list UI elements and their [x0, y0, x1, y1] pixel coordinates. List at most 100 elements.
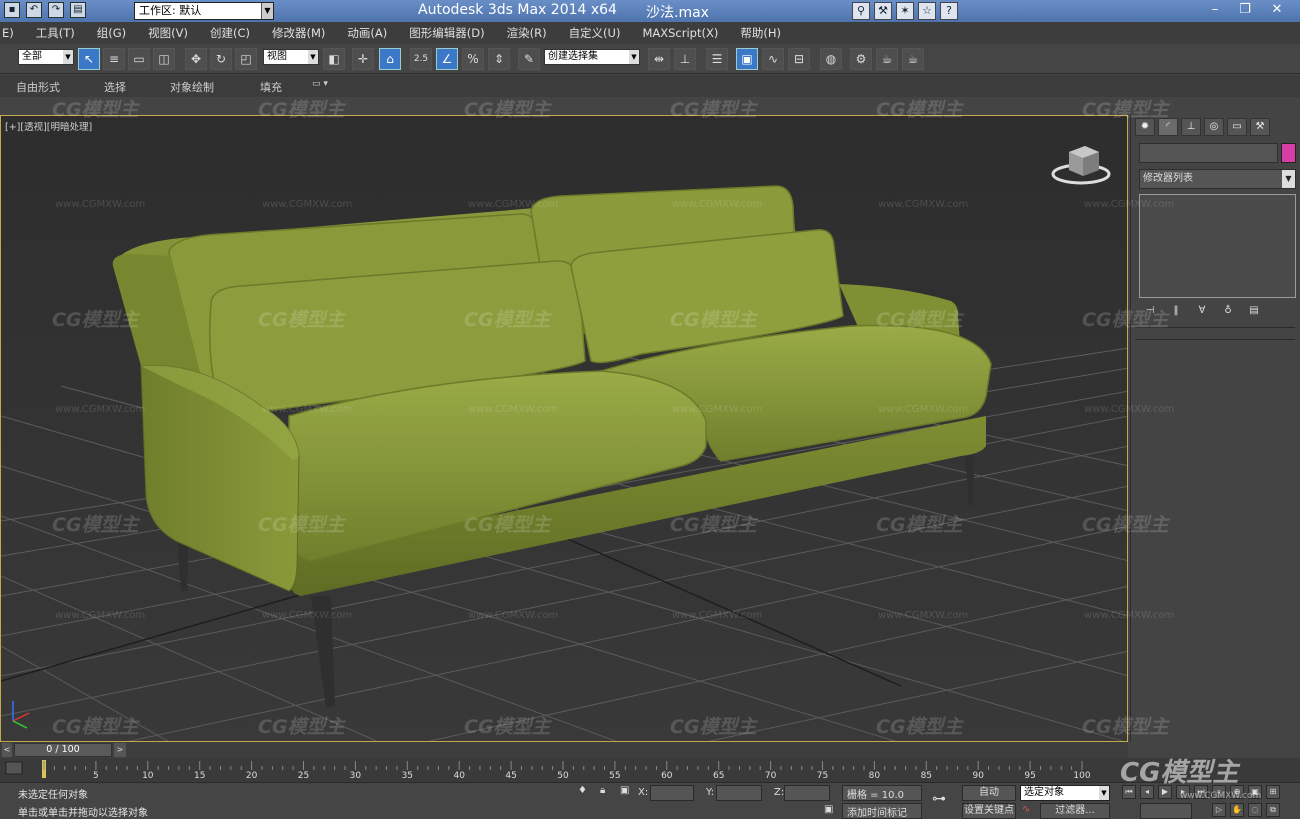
menu-rendering[interactable]: 渲染(R) — [496, 22, 558, 44]
y-coord-field[interactable] — [716, 785, 762, 801]
help-icon[interactable]: ? — [940, 2, 958, 20]
viewport-label[interactable]: [+][透视][明暗处理] — [5, 119, 92, 133]
modifier-list-dropdown[interactable]: 修改器列表 ▼ — [1139, 169, 1296, 189]
percent-snap-icon[interactable]: % — [462, 48, 484, 70]
curve-editor-icon[interactable]: ∿ — [762, 48, 784, 70]
angle-snap-icon[interactable]: ∠ — [436, 48, 458, 70]
star-icon[interactable]: ☆ — [918, 2, 936, 20]
trackbar[interactable]: 5 10 15 20 25 30 35 40 45 50 55 60 65 70 75 80 85 90 95 100 — [0, 758, 1300, 782]
x-coord-field[interactable] — [650, 785, 694, 801]
set-key-icon[interactable]: ⊶ — [932, 791, 946, 807]
menu-maxscript[interactable]: MAXScript(X) — [631, 22, 729, 44]
create-tab-icon[interactable]: ✹ — [1135, 118, 1155, 136]
ribbon-options-icon[interactable]: ▭ ▾ — [312, 79, 328, 89]
selection-filter-dropdown[interactable]: 全部 ▼ — [18, 49, 74, 65]
motion-tab-icon[interactable]: ◎ — [1204, 118, 1224, 136]
viewcube-icon[interactable] — [1051, 146, 1111, 185]
save-icon[interactable]: ▪ — [4, 2, 20, 18]
key-filter-dropdown[interactable]: 选定对象 ▼ — [1020, 785, 1110, 801]
show-end-result-icon[interactable]: ‖ — [1167, 305, 1185, 319]
time-slider[interactable]: < 0 / 100 > — [0, 742, 1128, 758]
minimize-button[interactable]: – — [1200, 0, 1230, 20]
field-of-view-icon[interactable]: ▷ — [1212, 803, 1226, 817]
render-production-icon[interactable]: ☕ — [902, 48, 924, 70]
menu-animation[interactable]: 动画(A) — [336, 22, 398, 44]
snaps-toggle-icon[interactable]: 2.5 — [410, 48, 432, 70]
menu-group[interactable]: 组(G) — [86, 22, 137, 44]
ribbon-tab-populate[interactable]: 填充 — [260, 79, 282, 95]
pan-view-icon[interactable]: ✋ — [1230, 803, 1244, 817]
scale-icon[interactable]: ◰ — [235, 48, 257, 70]
isolate-icon[interactable]: ♦ — [578, 785, 587, 796]
menu-views[interactable]: 视图(V) — [137, 22, 199, 44]
binoculars-icon[interactable]: ⚲ — [852, 2, 870, 20]
menu-help[interactable]: 帮助(H) — [729, 22, 792, 44]
orbit-icon[interactable]: ◌ — [1248, 803, 1262, 817]
wrench-icon[interactable]: ⚒ — [874, 2, 892, 20]
hierarchy-tab-icon[interactable]: ⊥ — [1181, 118, 1201, 136]
display-tab-icon[interactable]: ▭ — [1227, 118, 1247, 136]
time-tag-icon[interactable]: ▣ — [824, 804, 833, 815]
maximize-viewport-icon[interactable]: ⧉ — [1266, 803, 1280, 817]
auto-key-button[interactable]: 自动 — [962, 785, 1016, 801]
next-frame-icon[interactable]: > — [114, 743, 126, 757]
rendered-frame-window-icon[interactable]: ☕ — [876, 48, 898, 70]
window-crossing-icon[interactable]: ◫ — [153, 48, 175, 70]
time-slider-thumb[interactable]: 0 / 100 — [14, 743, 112, 757]
move-icon[interactable]: ✥ — [185, 48, 207, 70]
perspective-viewport[interactable]: [+][透视][明暗处理] — [0, 115, 1128, 742]
select-object-icon[interactable]: ↖ — [78, 48, 100, 70]
maximize-button[interactable]: ❐ — [1230, 0, 1260, 20]
z-coord-field[interactable] — [784, 785, 830, 801]
spinner-snap-icon[interactable]: ⇕ — [488, 48, 510, 70]
key-mode-icon[interactable]: ∿ — [1022, 804, 1030, 815]
pin-stack-icon[interactable]: ⊣ — [1141, 305, 1159, 319]
key-filters-button[interactable]: 过滤器... — [1040, 803, 1110, 819]
menu-tools[interactable]: 工具(T) — [25, 22, 86, 44]
utilities-tab-icon[interactable]: ⚒ — [1250, 118, 1270, 136]
undo-icon[interactable]: ↶ — [26, 2, 42, 18]
ribbon-tab-freeform[interactable]: 自由形式 — [16, 79, 60, 95]
sofa-model[interactable] — [112, 185, 992, 596]
ribbon-tab-object-paint[interactable]: 对象绘制 — [170, 79, 214, 95]
current-frame-field[interactable] — [1140, 803, 1192, 819]
modify-tab-icon[interactable]: ◜ — [1158, 118, 1178, 136]
close-button[interactable]: ✕ — [1262, 0, 1292, 20]
set-key-button[interactable]: 设置关键点 — [962, 803, 1016, 819]
mirror-icon[interactable]: ⇹ — [648, 48, 670, 70]
menu-graph-editors[interactable]: 图形编辑器(D) — [398, 22, 495, 44]
align-icon[interactable]: ⊥ — [674, 48, 696, 70]
layer-manager-icon[interactable]: ☰ — [706, 48, 728, 70]
ribbon-tab-selection[interactable]: 选择 — [104, 79, 126, 95]
make-unique-icon[interactable]: ∀ — [1193, 305, 1211, 319]
menu-modifiers[interactable]: 修改器(M) — [261, 22, 336, 44]
select-by-name-icon[interactable]: ≡ — [103, 48, 125, 70]
rect-selection-region-icon[interactable]: ▭ — [128, 48, 150, 70]
pivot-center-icon[interactable]: ◧ — [323, 48, 345, 70]
schematic-view-icon[interactable]: ⊟ — [788, 48, 810, 70]
redo-icon[interactable]: ↷ — [48, 2, 64, 18]
menu-customize[interactable]: 自定义(U) — [558, 22, 632, 44]
satellite-icon[interactable]: ✶ — [896, 2, 914, 20]
named-selection-dropdown[interactable]: 创建选择集 ▼ — [544, 49, 640, 65]
render-setup-icon[interactable]: ⚙ — [850, 48, 872, 70]
edit-named-selection-icon[interactable]: ✎ — [518, 48, 540, 70]
keyboard-shortcut-override-icon[interactable]: ⌂ — [379, 48, 401, 70]
reference-coord-dropdown[interactable]: 视图 ▼ — [263, 49, 319, 65]
workspace-dropdown[interactable]: 工作区: 默认 ▼ — [134, 2, 274, 20]
project-folder-icon[interactable]: ▤ — [70, 2, 86, 18]
add-time-tag-button[interactable]: 添加时间标记 — [842, 803, 922, 819]
remove-modifier-icon[interactable]: ♁ — [1219, 305, 1237, 319]
rotate-icon[interactable]: ↻ — [210, 48, 232, 70]
zoom-extents-all-icon[interactable]: ⊞ — [1266, 785, 1280, 799]
material-editor-icon[interactable]: ◍ — [820, 48, 842, 70]
menu-create[interactable]: 创建(C) — [199, 22, 261, 44]
object-name-field[interactable] — [1139, 143, 1278, 163]
graphite-ribbon-icon[interactable]: ▣ — [736, 48, 758, 70]
menu-edit[interactable]: E) — [0, 22, 25, 44]
select-manipulate-icon[interactable]: ✛ — [352, 48, 374, 70]
prev-frame-icon[interactable]: < — [2, 743, 12, 757]
absolute-mode-icon[interactable]: ▣ — [620, 785, 629, 796]
modifier-stack[interactable] — [1139, 194, 1296, 298]
lock-icon[interactable]: 🔒︎ — [600, 785, 605, 796]
